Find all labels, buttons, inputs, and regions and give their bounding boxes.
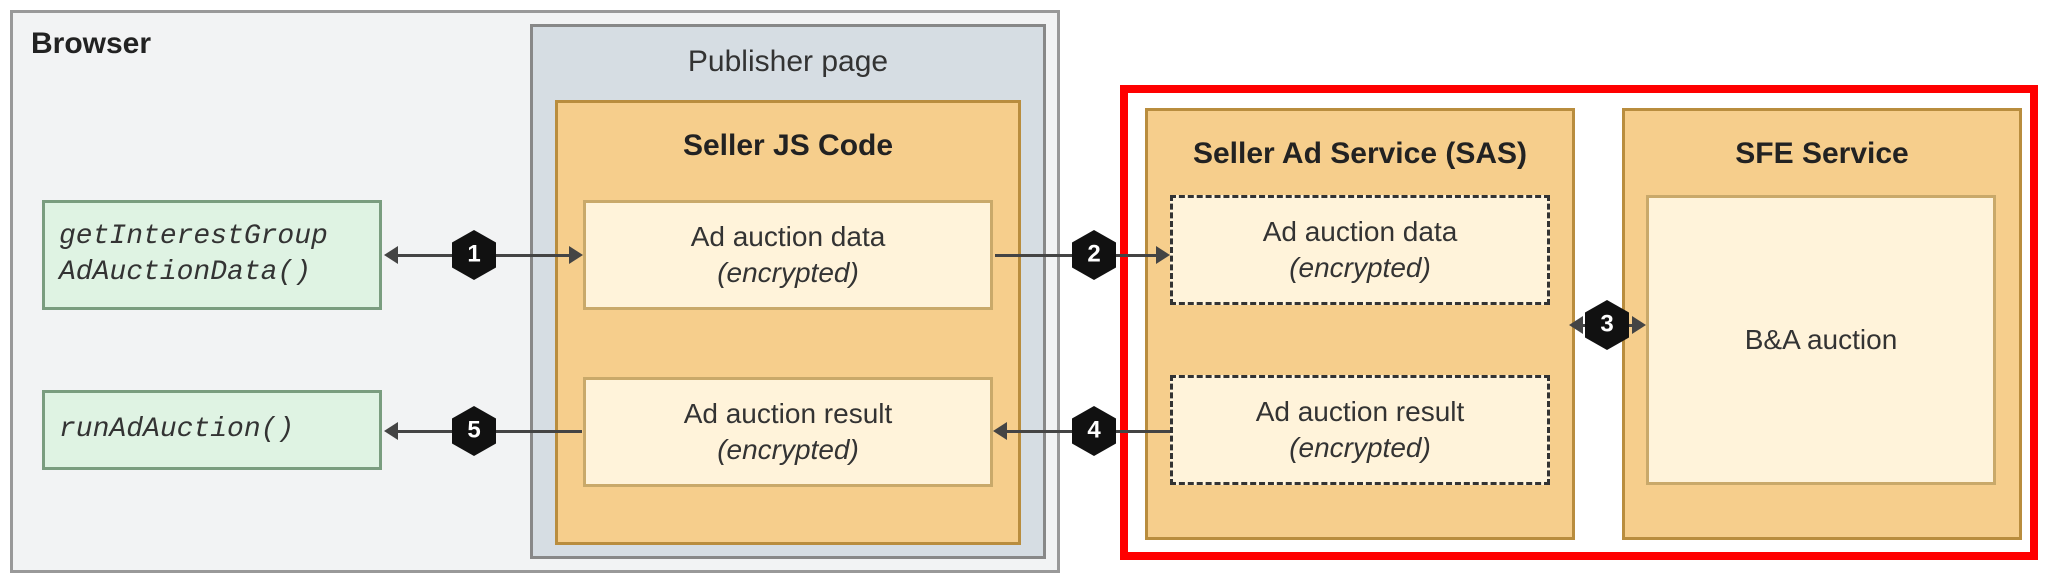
step-number-2: 2 — [1087, 240, 1100, 268]
step-number-3: 3 — [1600, 310, 1613, 338]
arrow-4-left — [993, 422, 1007, 440]
browser-label: Browser — [31, 27, 151, 61]
step-marker-5: 5 — [452, 406, 496, 456]
api-get-interest-group: getInterestGroup AdAuctionData() — [42, 200, 382, 310]
seller-auction-result-subtitle: (encrypted) — [717, 432, 859, 468]
sas-auction-data-title: Ad auction data — [1263, 214, 1458, 250]
seller-auction-result-box: Ad auction result (encrypted) — [583, 377, 993, 487]
arrow-3-right — [1632, 316, 1646, 334]
sas-auction-data-box: Ad auction data (encrypted) — [1170, 195, 1550, 305]
seller-auction-data-title: Ad auction data — [691, 219, 886, 255]
sas-auction-data-subtitle: (encrypted) — [1289, 250, 1431, 286]
api-run-ad-auction: runAdAuction() — [42, 390, 382, 470]
sas-auction-result-title: Ad auction result — [1256, 394, 1465, 430]
seller-auction-data-box: Ad auction data (encrypted) — [583, 200, 993, 310]
arrow-3-left — [1569, 316, 1583, 334]
sfe-auction-box: B&A auction — [1646, 195, 1996, 485]
diagram-canvas: Browser Publisher page Seller JS Code Se… — [10, 10, 2038, 573]
sas-label: Seller Ad Service (SAS) — [1193, 137, 1527, 171]
step-marker-4: 4 — [1072, 406, 1116, 456]
step-marker-3: 3 — [1585, 300, 1629, 350]
arrow-1-left — [384, 246, 398, 264]
sas-auction-result-box: Ad auction result (encrypted) — [1170, 375, 1550, 485]
api-run-text: runAdAuction() — [59, 412, 294, 448]
api-get-text: getInterestGroup AdAuctionData() — [59, 219, 328, 292]
step-number-4: 4 — [1087, 416, 1100, 444]
step-marker-2: 2 — [1072, 230, 1116, 280]
seller-auction-data-subtitle: (encrypted) — [717, 255, 859, 291]
arrow-5-left — [384, 422, 398, 440]
sas-auction-result-subtitle: (encrypted) — [1289, 430, 1431, 466]
step-number-5: 5 — [467, 416, 480, 444]
step-number-1: 1 — [467, 240, 480, 268]
sfe-label: SFE Service — [1735, 137, 1908, 171]
sfe-auction-text: B&A auction — [1745, 322, 1898, 358]
step-marker-1: 1 — [452, 230, 496, 280]
arrow-1-right — [569, 246, 583, 264]
seller-js-label: Seller JS Code — [683, 129, 893, 163]
seller-auction-result-title: Ad auction result — [684, 396, 893, 432]
arrow-2-right — [1156, 246, 1170, 264]
publisher-page-label: Publisher page — [688, 45, 888, 79]
